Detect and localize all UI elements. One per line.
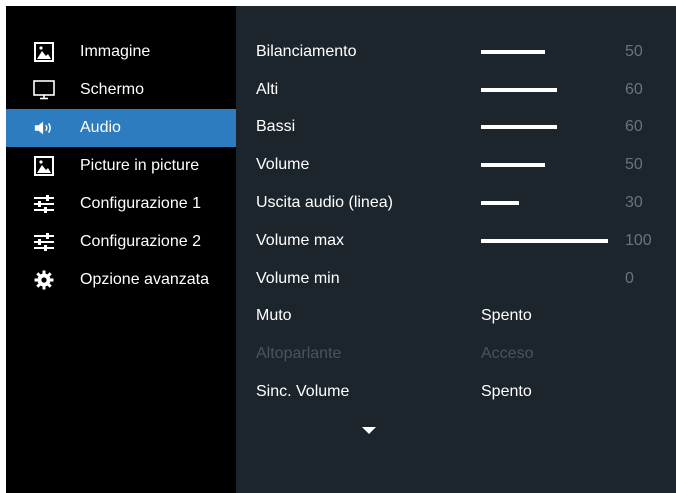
setting-row-volume-min[interactable]: Volume min 0: [236, 260, 676, 298]
setting-label: Volume max: [256, 231, 345, 249]
sidebar-item-label: Audio: [80, 119, 121, 136]
setting-row-volume-max[interactable]: Volume max 100: [236, 222, 676, 260]
sidebar-item-immagine[interactable]: Immagine: [6, 33, 236, 71]
osd-menu: Immagine Schermo Audio Picture in pictur…: [6, 6, 676, 493]
sidebar-item-label: Schermo: [80, 81, 145, 98]
picture-icon: [33, 41, 55, 63]
setting-label: Volume: [256, 156, 310, 174]
setting-label: Altoparlante: [256, 345, 342, 363]
sidebar-item-picture-in-picture[interactable]: Picture in picture: [6, 147, 236, 185]
sidebar-item-configurazione-2[interactable]: Configurazione 2: [6, 223, 236, 261]
setting-value: 60: [625, 118, 643, 136]
sidebar-item-opzione-avanzata[interactable]: Opzione avanzata: [6, 261, 236, 299]
level-bar[interactable]: [481, 49, 545, 54]
speaker-icon: [33, 117, 55, 139]
setting-value: 60: [625, 80, 643, 98]
sliders-icon: [33, 193, 55, 215]
setting-row-sinc-volume[interactable]: Sinc. Volume Spento: [236, 373, 676, 411]
setting-label: Alti: [256, 80, 279, 98]
sidebar-item-label: Immagine: [80, 43, 151, 60]
level-bar[interactable]: [481, 125, 558, 130]
setting-value: 50: [625, 156, 643, 174]
setting-row-uscita-audio[interactable]: Uscita audio (linea) 30: [236, 184, 676, 222]
setting-label: Bilanciamento: [256, 42, 357, 60]
setting-row-bassi[interactable]: Bassi 60: [236, 109, 676, 147]
setting-row-alti[interactable]: Alti 60: [236, 71, 676, 109]
sidebar-item-label: Configurazione 1: [80, 195, 201, 212]
sidebar-item-label: Configurazione 2: [80, 233, 201, 250]
setting-value: 50: [625, 42, 643, 60]
setting-label: Sinc. Volume: [256, 383, 350, 401]
picture-icon: [33, 155, 55, 177]
setting-row-bilanciamento[interactable]: Bilanciamento 50: [236, 33, 676, 71]
level-bar[interactable]: [481, 87, 558, 92]
sidebar: Immagine Schermo Audio Picture in pictur…: [6, 6, 236, 493]
level-bar[interactable]: [481, 201, 520, 206]
sidebar-item-label: Opzione avanzata: [80, 271, 209, 288]
setting-row-muto[interactable]: Muto Spento: [236, 298, 676, 336]
setting-value: 30: [625, 194, 643, 212]
setting-row-volume[interactable]: Volume 50: [236, 146, 676, 184]
setting-value: Acceso: [481, 345, 534, 363]
setting-label: Volume min: [256, 269, 340, 287]
gear-icon: [33, 269, 55, 291]
setting-value: Spento: [481, 307, 532, 325]
sidebar-item-configurazione-1[interactable]: Configurazione 1: [6, 185, 236, 223]
setting-label: Bassi: [256, 118, 296, 136]
setting-value: Spento: [481, 383, 532, 401]
setting-label: Muto: [256, 307, 292, 325]
setting-value: 0: [625, 269, 634, 287]
sidebar-item-schermo[interactable]: Schermo: [6, 71, 236, 109]
sidebar-item-label: Picture in picture: [80, 157, 200, 174]
level-bar[interactable]: [481, 238, 608, 243]
sliders-icon: [33, 231, 55, 253]
setting-label: Uscita audio (linea): [256, 194, 393, 212]
setting-row-altoparlante: Altoparlante Acceso: [236, 335, 676, 373]
monitor-icon: [33, 79, 55, 101]
scroll-down-arrow-icon[interactable]: [362, 427, 376, 434]
setting-value: 100: [625, 231, 652, 249]
level-bar[interactable]: [481, 163, 545, 168]
sidebar-item-audio[interactable]: Audio: [6, 109, 236, 147]
audio-settings-panel: Bilanciamento 50 Alti 60 Bassi 60 Volume…: [236, 6, 676, 493]
